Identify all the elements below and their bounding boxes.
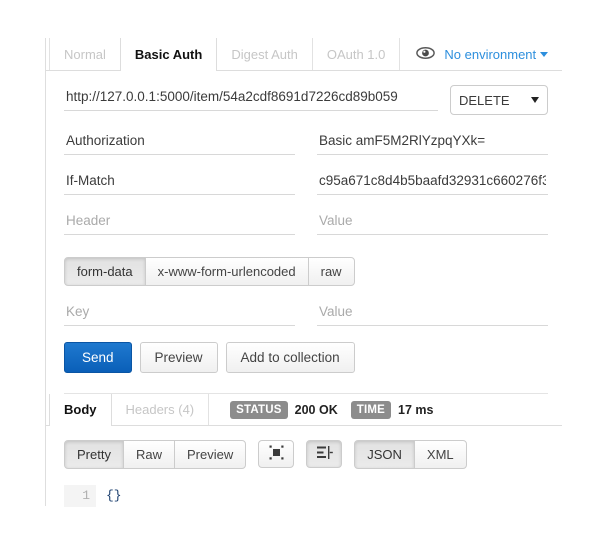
- header-value-cell: [317, 169, 548, 195]
- tab-body-label: Body: [64, 402, 97, 417]
- code-line: {}: [106, 488, 122, 503]
- add-to-collection-button[interactable]: Add to collection: [225, 342, 355, 373]
- request-pane: DELETE: [46, 71, 562, 394]
- collapse-lines-button[interactable]: [306, 440, 343, 468]
- environment-selector[interactable]: No environment: [399, 38, 549, 70]
- format-group: JSON XML: [354, 440, 467, 469]
- response-tabbar: Body Headers (4) STATUS 200 OK TIME 17 m…: [46, 394, 562, 426]
- send-button[interactable]: Send: [64, 342, 132, 373]
- url-row: DELETE: [64, 85, 548, 115]
- tab-oauth-1[interactable]: OAuth 1.0: [311, 38, 401, 70]
- tab-digest-auth-label: Digest Auth: [231, 46, 298, 62]
- time-badge: TIME: [350, 400, 392, 419]
- method-select-value: DELETE: [459, 92, 510, 108]
- header-row-empty: [64, 209, 548, 235]
- header-row: [64, 129, 548, 155]
- method-select[interactable]: DELETE: [450, 85, 548, 115]
- header-key-input[interactable]: [64, 209, 295, 235]
- body-value-cell: [317, 300, 548, 326]
- rest-client-window: Normal Basic Auth Digest Auth OAuth 1.0: [0, 0, 600, 550]
- body-value-input[interactable]: [317, 300, 548, 326]
- header-key-input[interactable]: [64, 129, 295, 155]
- response-pane: Pretty Raw Preview JSON XML 1 {}: [46, 426, 562, 507]
- body-key-cell: [64, 300, 295, 326]
- tab-headers-label: Headers (4): [125, 402, 195, 417]
- view-mode-group: Pretty Raw Preview: [64, 440, 247, 469]
- header-key-cell: [64, 209, 295, 235]
- tab-oauth-1-label: OAuth 1.0: [326, 46, 386, 62]
- tab-normal-label: Normal: [64, 46, 106, 62]
- format-json[interactable]: JSON: [354, 440, 415, 469]
- body-key-input[interactable]: [64, 300, 295, 326]
- response-toolbar: Pretty Raw Preview JSON XML: [64, 440, 548, 469]
- response-body-code[interactable]: 1 {}: [64, 485, 548, 507]
- request-actions: Send Preview Add to collection: [64, 342, 548, 373]
- format-xml[interactable]: XML: [413, 440, 467, 469]
- header-value-input[interactable]: [317, 169, 548, 195]
- response-meta: STATUS 200 OK TIME 17 ms: [208, 394, 439, 425]
- header-value-cell: [317, 209, 548, 235]
- body-type-form-data[interactable]: form-data: [64, 257, 146, 286]
- tab-digest-auth[interactable]: Digest Auth: [216, 38, 313, 70]
- tab-normal[interactable]: Normal: [49, 38, 121, 70]
- eye-icon: [416, 46, 436, 62]
- body-type-group: form-data x-www-form-urlencoded raw: [64, 257, 355, 286]
- fullscreen-icon: [269, 445, 284, 463]
- main-content: Normal Basic Auth Digest Auth OAuth 1.0: [46, 38, 562, 507]
- view-mode-raw[interactable]: Raw: [122, 440, 175, 469]
- auth-tabbar: Normal Basic Auth Digest Auth OAuth 1.0: [46, 38, 562, 71]
- view-mode-preview[interactable]: Preview: [173, 440, 247, 469]
- tab-basic-auth-label: Basic Auth: [134, 46, 203, 62]
- fullscreen-button[interactable]: [258, 440, 295, 468]
- body-type-urlencoded[interactable]: x-www-form-urlencoded: [144, 257, 309, 286]
- tab-body[interactable]: Body: [49, 394, 112, 426]
- status-badge: STATUS: [230, 400, 288, 419]
- header-value-cell: [317, 129, 548, 155]
- body-param-row: [64, 300, 548, 326]
- body-type-raw[interactable]: raw: [307, 257, 355, 286]
- header-key-input[interactable]: [64, 169, 295, 195]
- header-row: [64, 169, 548, 195]
- url-input[interactable]: [64, 85, 438, 111]
- header-key-cell: [64, 129, 295, 155]
- tab-basic-auth[interactable]: Basic Auth: [119, 38, 218, 71]
- environment-label: No environment: [444, 46, 537, 62]
- environment-link[interactable]: No environment: [444, 46, 549, 62]
- header-key-cell: [64, 169, 295, 195]
- preview-button[interactable]: Preview: [139, 342, 218, 373]
- header-value-input[interactable]: [317, 209, 548, 235]
- view-mode-pretty[interactable]: Pretty: [64, 440, 124, 469]
- collapse-lines-icon: [316, 445, 333, 463]
- tab-headers[interactable]: Headers (4): [110, 394, 210, 425]
- chevron-down-icon: [540, 51, 549, 57]
- time-value: 17 ms: [398, 402, 434, 417]
- status-value: 200 OK: [294, 402, 338, 417]
- line-number: 1: [64, 485, 96, 507]
- header-value-input[interactable]: [317, 129, 548, 155]
- chevron-down-icon: [531, 97, 539, 103]
